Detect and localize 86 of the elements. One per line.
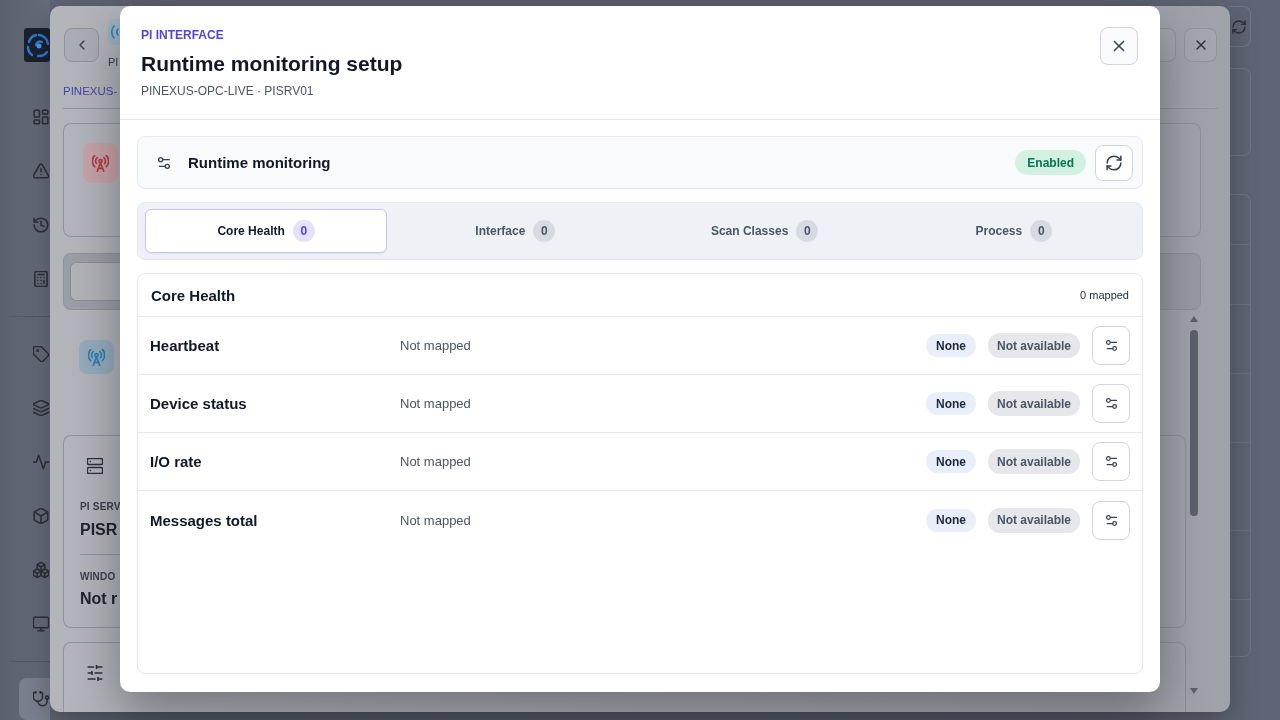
signal-icon (108, 19, 120, 45)
section-label: PI INTERFACE (141, 27, 224, 43)
mapping-value: Not mapped (400, 396, 472, 411)
configure-button[interactable] (1092, 500, 1130, 540)
scrollbar-thumb[interactable] (1190, 330, 1198, 516)
toolbar-button[interactable] (1160, 28, 1176, 62)
stethoscope-icon (33, 691, 49, 707)
count-badge: 0 (533, 220, 556, 242)
field-value: PISR (80, 520, 119, 540)
sidebar-item[interactable] (33, 109, 49, 125)
tab[interactable]: Scan Classes 0 (643, 209, 886, 253)
cube-icon (33, 508, 49, 524)
mapping-value: Not mapped (400, 338, 472, 353)
scroll-down-icon[interactable] (1190, 688, 1198, 694)
field-value: Not r (80, 589, 119, 609)
configure-button[interactable] (1092, 326, 1130, 365)
dialog-title: Runtime monitoring setup (141, 51, 403, 77)
input-field[interactable] (70, 262, 120, 301)
metric-name: Messages total (150, 511, 259, 529)
back-button[interactable] (64, 28, 99, 62)
sidebar-item[interactable] (33, 616, 49, 632)
configure-button[interactable] (1092, 384, 1130, 423)
configure-button[interactable] (1092, 442, 1130, 481)
field-label: WINDO (80, 570, 117, 583)
breadcrumb-link[interactable]: PINEXUS- (63, 84, 120, 98)
status-badge: Not available (987, 507, 1080, 533)
count-badge: 0 (1030, 220, 1053, 242)
count-badge: 0 (796, 220, 819, 242)
close-button[interactable] (1100, 27, 1138, 65)
layers-icon (33, 400, 49, 416)
sliders-icon (1104, 513, 1118, 527)
scroll-up-icon[interactable] (1190, 316, 1198, 322)
refresh-icon (1232, 19, 1246, 34)
count-badge: 0 (292, 220, 315, 242)
sidebar-item[interactable] (33, 163, 49, 179)
sidebar-item[interactable] (33, 346, 49, 362)
metric-name: Device status (150, 395, 248, 412)
type-badge: None (925, 392, 976, 415)
status-badge: Not available (987, 391, 1080, 416)
field-label: PI SERV (80, 500, 120, 513)
close-icon (1111, 38, 1127, 54)
status-badge: Not available (987, 333, 1080, 358)
calculator-icon (33, 271, 49, 287)
radio-tower-icon (83, 143, 118, 183)
sidebar-item[interactable] (33, 508, 49, 524)
tab[interactable]: Core Health 0 (145, 209, 388, 253)
history-icon (33, 217, 49, 233)
metric-name: I/O rate (150, 453, 203, 470)
card-title: Runtime monitoring (188, 154, 332, 171)
metric-name: Heartbeat (150, 337, 221, 354)
sliders-icon (157, 155, 171, 170)
mapped-count: 0 mapped (1080, 289, 1129, 301)
sidebar-item[interactable] (33, 562, 49, 578)
monitor-icon (33, 616, 49, 632)
close-button[interactable] (1184, 28, 1217, 62)
dashboard-icon (33, 109, 49, 125)
panel-title: Core Health (151, 286, 236, 304)
tag-icon (33, 346, 49, 362)
type-badge: None (925, 450, 976, 473)
status-badge: Not available (987, 449, 1080, 474)
type-badge: None (925, 334, 976, 357)
sidebar-item[interactable] (33, 454, 49, 470)
mapping-value: Not mapped (400, 512, 472, 528)
logo-icon[interactable] (24, 28, 50, 62)
type-badge: None (925, 508, 976, 532)
status-badge: Enabled (1015, 150, 1086, 175)
server-icon (87, 458, 103, 474)
caption: PI (108, 55, 120, 69)
tab[interactable]: Interface 0 (394, 209, 637, 253)
sliders-icon (1104, 397, 1118, 410)
sidebar-item[interactable] (33, 217, 49, 233)
radio-tower-icon (79, 340, 114, 374)
sidebar-item[interactable] (19, 678, 50, 720)
sidebar-item[interactable] (33, 400, 49, 416)
dialog-subtitle: PINEXUS-OPC-LIVE · PISRV01 (141, 83, 314, 99)
card (1160, 253, 1201, 310)
cubes-icon (33, 562, 49, 578)
mapping-value: Not mapped (400, 454, 472, 469)
sidebar-item[interactable] (33, 271, 49, 287)
warning-icon (33, 163, 49, 179)
pulse-icon (33, 454, 49, 470)
sliders-icon (87, 665, 103, 681)
sliders-icon (1104, 455, 1118, 468)
tab[interactable]: Process 0 (892, 209, 1135, 253)
sliders-icon (1104, 339, 1118, 352)
refresh-icon (1106, 154, 1122, 171)
